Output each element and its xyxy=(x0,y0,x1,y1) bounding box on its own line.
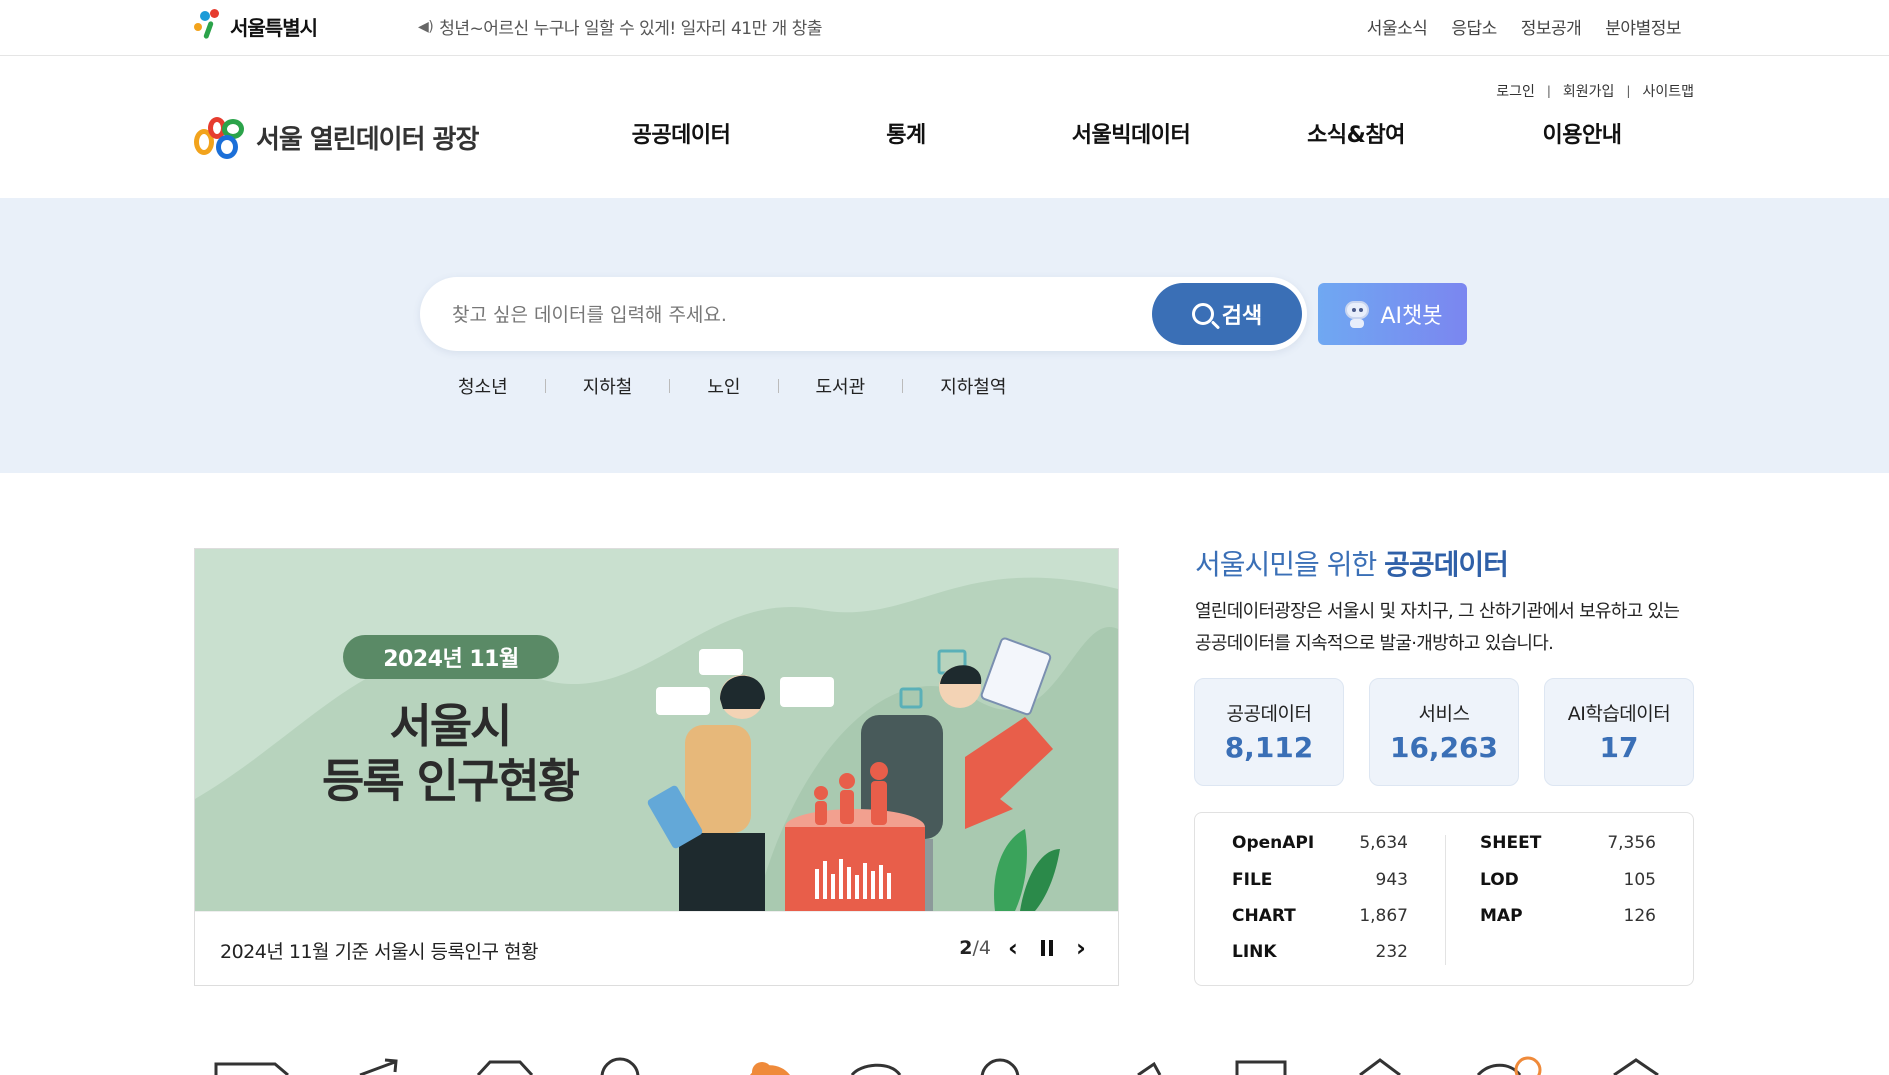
category-icons-partial xyxy=(214,1056,1659,1075)
util-link-news[interactable]: 서울소식 xyxy=(1367,14,1428,39)
nav-big-data[interactable]: 서울빅데이터 xyxy=(1072,117,1191,149)
chevron-left-icon: ‹ xyxy=(1008,934,1018,962)
stat-card-value: 16,263 xyxy=(1389,731,1499,764)
type-row-map[interactable]: MAP 126 xyxy=(1480,906,1656,926)
type-key: LINK xyxy=(1232,942,1277,962)
keyword-link[interactable]: 지하철역 xyxy=(903,373,1043,399)
stat-card-label: 공공데이터 xyxy=(1226,703,1312,725)
nav-news-participation[interactable]: 소식&참여 xyxy=(1307,117,1405,149)
nav-statistics[interactable]: 통계 xyxy=(886,117,926,149)
search-button-label: 검색 xyxy=(1221,304,1263,329)
banner-pager: 2/4 ‹ › xyxy=(959,934,1093,962)
notice-text: 청년~어르신 누구나 일할 수 있게! 일자리 41만 개 창출 xyxy=(439,19,822,39)
data-type-summary: OpenAPI 5,634 FILE 943 CHART 1,867 LINK … xyxy=(1194,812,1694,986)
robot-icon xyxy=(1342,299,1372,329)
banner-date-pill: 2024년 11월 xyxy=(343,635,559,679)
main-banner[interactable]: 2024년 11월 서울시 등록 인구현황 2024년 11월 기준 서울시 등… xyxy=(194,548,1119,986)
search-button[interactable]: 검색 xyxy=(1152,283,1302,345)
seoul-logo-icon xyxy=(192,9,226,43)
util-link-eungdapso[interactable]: 응답소 xyxy=(1451,14,1497,39)
keyword-link[interactable]: 청소년 xyxy=(420,373,545,399)
type-value: 126 xyxy=(1623,906,1656,926)
separator: | xyxy=(1546,84,1551,98)
stat-card-service[interactable]: 서비스 16,263 xyxy=(1369,678,1519,786)
nav-guide[interactable]: 이용안내 xyxy=(1543,117,1622,149)
seoul-logo-text: 서울특별시 xyxy=(230,15,318,40)
type-value: 105 xyxy=(1623,870,1656,890)
banner-headline-line2: 등록 인구현황 xyxy=(322,754,580,809)
stat-card-value: 8,112 xyxy=(1224,731,1314,764)
search-icon xyxy=(1191,303,1214,325)
type-value: 7,356 xyxy=(1607,833,1656,853)
banner-headline: 서울시 등록 인구현황 xyxy=(285,699,615,809)
keyword-link[interactable]: 지하철 xyxy=(546,373,670,399)
type-row-link[interactable]: LINK 232 xyxy=(1232,942,1408,962)
type-value: 5,634 xyxy=(1359,833,1408,853)
stats-title-strong: 공공데이터 xyxy=(1384,548,1509,581)
sitemap-link[interactable]: 사이트맵 xyxy=(1642,81,1694,101)
type-key: LOD xyxy=(1480,870,1519,890)
site-header: 로그인 | 회원가입 | 사이트맵 서울 열린데이터 광장 공공데이터 통계 서… xyxy=(0,57,1889,198)
type-key: SHEET xyxy=(1480,833,1542,853)
nav-public-data[interactable]: 공공데이터 xyxy=(632,117,731,149)
stat-card-ai-data[interactable]: AI학습데이터 17 xyxy=(1544,678,1694,786)
keyword-link[interactable]: 노인 xyxy=(670,373,777,399)
banner-image[interactable]: 2024년 11월 서울시 등록 인구현황 xyxy=(195,549,1118,911)
type-row-lod[interactable]: LOD 105 xyxy=(1480,870,1656,890)
main-nav: 공공데이터 통계 서울빅데이터 소식&참여 이용안내 xyxy=(0,117,1889,157)
banner-headline-line1: 서울시 xyxy=(389,699,513,753)
separator: | xyxy=(1626,84,1631,98)
stats-title-prefix: 서울시민을 위한 xyxy=(1195,548,1385,581)
type-row-file[interactable]: FILE 943 xyxy=(1232,870,1408,890)
pause-slide-button[interactable] xyxy=(1035,934,1059,962)
slide-total: /4 xyxy=(972,937,992,959)
login-link[interactable]: 로그인 xyxy=(1496,81,1535,101)
category-icon-row xyxy=(0,1050,1889,1075)
type-value: 943 xyxy=(1375,870,1408,890)
chevron-right-icon: › xyxy=(1076,934,1086,962)
slide-current: 2 xyxy=(959,937,973,959)
notice-ticker[interactable]: ◀︎) 청년~어르신 누구나 일할 수 있게! 일자리 41만 개 창출 xyxy=(418,14,822,40)
member-links: 로그인 | 회원가입 | 사이트맵 xyxy=(1496,81,1694,101)
stat-card-value: 17 xyxy=(1599,731,1639,764)
banner-caption-bar: 2024년 11월 기준 서울시 등록인구 현황 2/4 ‹ › xyxy=(195,911,1118,985)
util-link-info-disclosure[interactable]: 정보공개 xyxy=(1521,14,1582,39)
type-row-openapi[interactable]: OpenAPI 5,634 xyxy=(1232,833,1408,853)
stats-title: 서울시민을 위한 공공데이터 xyxy=(1195,543,1509,583)
type-key: MAP xyxy=(1480,906,1523,926)
top-utility-bar: 서울특별시 ◀︎) 청년~어르신 누구나 일할 수 있게! 일자리 41만 개 … xyxy=(0,0,1889,56)
banner-caption[interactable]: 2024년 11월 기준 서울시 등록인구 현황 xyxy=(220,937,538,964)
signup-link[interactable]: 회원가입 xyxy=(1563,81,1615,101)
divider xyxy=(1445,835,1446,965)
speaker-icon: ◀︎) xyxy=(418,18,434,35)
popular-keywords: 청소년 지하철 노인 도서관 지하철역 xyxy=(420,373,1043,399)
type-key: FILE xyxy=(1232,870,1273,890)
ai-chatbot-label: AI챗봇 xyxy=(1380,304,1443,329)
next-slide-button[interactable]: › xyxy=(1069,934,1093,962)
type-row-chart[interactable]: CHART 1,867 xyxy=(1232,906,1408,926)
slide-counter: 2/4 xyxy=(959,937,991,959)
search-section: 검색 AI챗봇 청소년 지하철 노인 도서관 지하철역 xyxy=(0,198,1889,473)
util-link-field-info[interactable]: 분야별정보 xyxy=(1605,14,1681,39)
stat-card-public-data[interactable]: 공공데이터 8,112 xyxy=(1194,678,1344,786)
stats-description: 열린데이터광장은 서울시 및 자치구, 그 산하기관에서 보유하고 있는 공공데… xyxy=(1195,601,1680,654)
utility-links: 서울소식 응답소 정보공개 분야별정보 xyxy=(1367,14,1682,39)
type-value: 1,867 xyxy=(1359,906,1408,926)
type-key: CHART xyxy=(1232,906,1296,926)
seoul-city-logo[interactable]: 서울특별시 xyxy=(192,8,318,44)
prev-slide-button[interactable]: ‹ xyxy=(1001,934,1025,962)
ai-chatbot-button[interactable]: AI챗봇 xyxy=(1318,283,1467,345)
keyword-link[interactable]: 도서관 xyxy=(779,373,903,399)
type-row-sheet[interactable]: SHEET 7,356 xyxy=(1480,833,1656,853)
stat-card-label: 서비스 xyxy=(1418,703,1470,725)
type-value: 232 xyxy=(1375,942,1408,962)
pause-icon xyxy=(1041,940,1053,956)
stat-card-label: AI학습데이터 xyxy=(1567,703,1671,725)
search-input[interactable] xyxy=(452,299,1232,331)
type-key: OpenAPI xyxy=(1232,833,1315,853)
